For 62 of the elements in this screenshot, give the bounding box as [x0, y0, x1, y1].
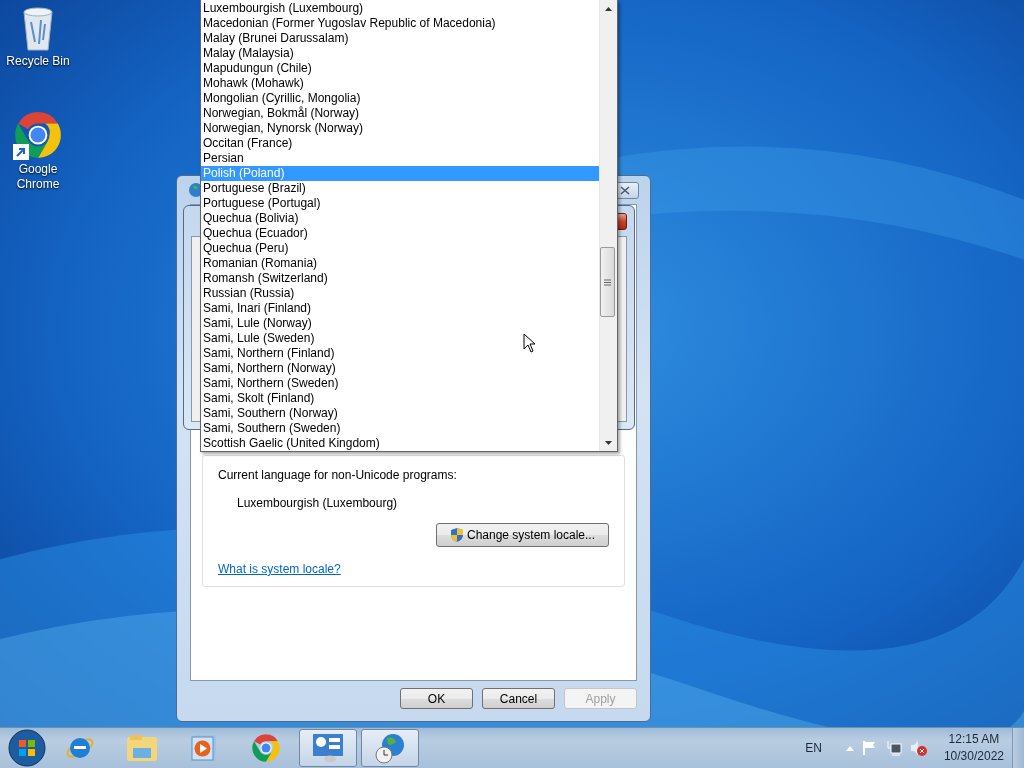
list-item[interactable]: Mapudungun (Chile): [201, 61, 599, 76]
windows-orb-icon: [8, 729, 46, 767]
close-icon: [620, 185, 630, 195]
list-item[interactable]: Mohawk (Mohawk): [201, 76, 599, 91]
scroll-down-icon: [605, 440, 612, 445]
list-item[interactable]: Norwegian, Bokmål (Norway): [201, 106, 599, 121]
list-item[interactable]: Sami, Northern (Sweden): [201, 376, 599, 391]
list-item[interactable]: Romansh (Switzerland): [201, 271, 599, 286]
list-item[interactable]: Luxembourgish (Luxembourg): [201, 1, 599, 16]
list-item[interactable]: Sami, Northern (Finland): [201, 346, 599, 361]
cursor-icon: [523, 333, 536, 353]
folder-icon: [126, 734, 158, 762]
list-item[interactable]: Sami, Lule (Norway): [201, 316, 599, 331]
scroll-thumb[interactable]: [600, 247, 615, 317]
group-label: Current language for non-Unicode programs:: [218, 468, 458, 482]
current-language: Luxembourgish (Luxembourg): [237, 496, 399, 510]
list-item[interactable]: Scottish Gaelic (United Kingdom): [201, 436, 599, 451]
list-item[interactable]: Sami, Northern (Norway): [201, 361, 599, 376]
system-locale-link[interactable]: What is system locale?: [218, 562, 341, 576]
list-item[interactable]: Portuguese (Brazil): [201, 181, 599, 196]
change-locale-button[interactable]: Change system locale...: [436, 523, 609, 547]
clock[interactable]: 12:15 AM 10/30/2022: [943, 731, 1004, 765]
flag-icon: [861, 740, 878, 756]
muted-speaker-icon: [909, 740, 928, 756]
list-item[interactable]: Macedonian (Former Yugoslav Republic of Macedonia): [201, 16, 599, 31]
list-item[interactable]: Quechua (Ecuador): [201, 226, 599, 241]
chrome-icon: [13, 110, 63, 160]
list-item[interactable]: Malay (Malaysia): [201, 46, 599, 61]
list-item[interactable]: Mongolian (Cyrillic, Mongolia): [201, 91, 599, 106]
list-item[interactable]: Quechua (Peru): [201, 241, 599, 256]
control-panel-icon: [312, 733, 344, 763]
dialog-button[interactable]: OK: [400, 688, 473, 709]
list-item[interactable]: Sami, Inari (Finland): [201, 301, 599, 316]
grip-icon: [604, 278, 611, 286]
network-icon: [885, 740, 902, 756]
start-button[interactable]: [7, 728, 47, 768]
list-item[interactable]: Sami, Skolt (Finland): [201, 391, 599, 406]
recycle-bin-icon[interactable]: [21, 6, 55, 52]
list-item[interactable]: Occitan (France): [201, 136, 599, 151]
desktop-icon-label[interactable]: Google Chrome: [0, 162, 76, 192]
dialog-button[interactable]: Cancel: [482, 688, 555, 709]
list-item[interactable]: Persian: [201, 151, 599, 166]
taskbar-button[interactable]: [299, 729, 357, 767]
list-item[interactable]: Portuguese (Portugal): [201, 196, 599, 211]
list-item[interactable]: Sami, Lule (Sweden): [201, 331, 599, 346]
list-item[interactable]: Quechua (Bolivia): [201, 211, 599, 226]
chrome-icon: [251, 733, 281, 763]
language-indicator[interactable]: EN: [805, 741, 822, 755]
list-item[interactable]: Romanian (Romania): [201, 256, 599, 271]
desktop-icon-label[interactable]: Recycle Bin: [0, 54, 76, 69]
list-item[interactable]: Malay (Brunei Darussalam): [201, 31, 599, 46]
globe-clock-icon: [374, 732, 406, 764]
play-icon: [191, 734, 217, 762]
list-item[interactable]: Sami, Southern (Norway): [201, 406, 599, 421]
shield-icon: [449, 527, 464, 543]
list-item[interactable]: Russian (Russia): [201, 286, 599, 301]
chevron-up-icon: [845, 745, 854, 751]
list-item[interactable]: Sami, Southern (Sweden): [201, 421, 599, 436]
scroll-up-icon: [605, 6, 612, 11]
taskbar-button[interactable]: [361, 729, 419, 767]
show-desktop-button[interactable]: [1012, 728, 1024, 768]
list-item[interactable]: Norwegian, Nynorsk (Norway): [201, 121, 599, 136]
